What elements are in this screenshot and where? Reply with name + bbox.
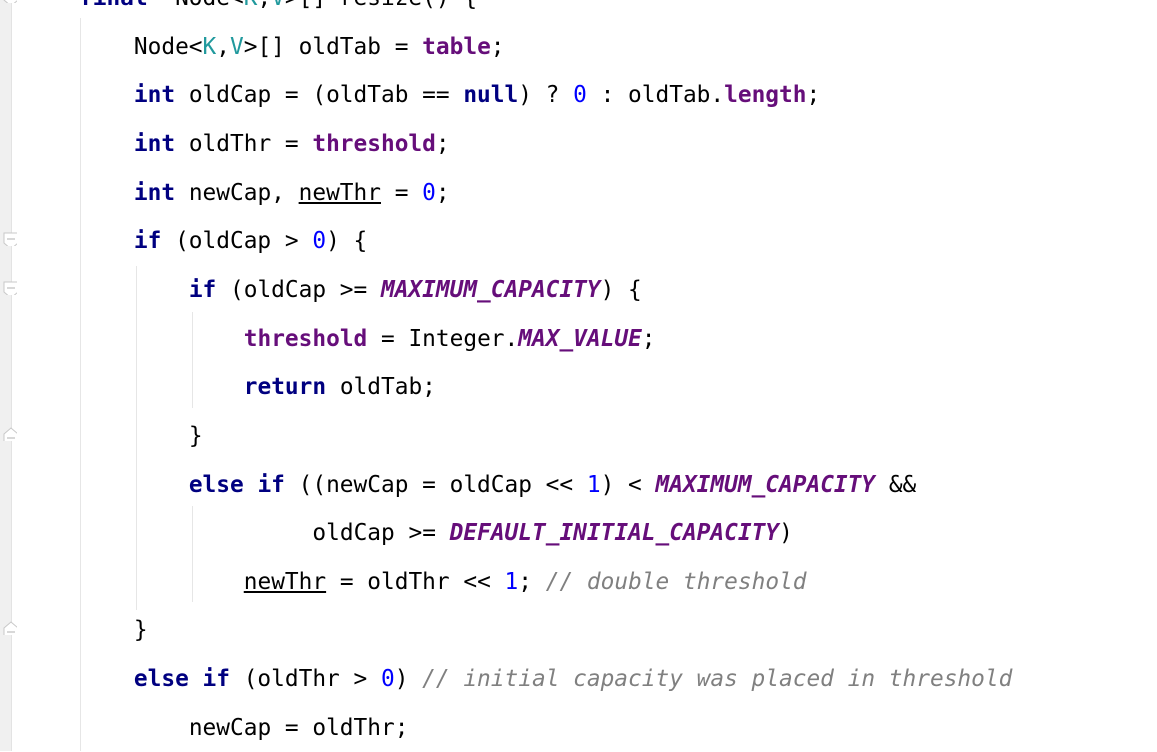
- code-token: newThr: [243, 568, 327, 595]
- code-token: final: [79, 0, 148, 11]
- code-token: ,: [257, 0, 271, 11]
- code-line[interactable]: final Node<K,V>[] resize() {: [79, 0, 477, 22]
- code-line[interactable]: if (oldCap >= MAXIMUM_CAPACITY) {: [189, 266, 642, 314]
- code-token: newCap,: [175, 179, 299, 206]
- code-token: : oldTab.: [586, 82, 725, 109]
- code-line[interactable]: Node<K,V>[] oldTab = table;: [134, 23, 505, 71]
- code-token: ;: [435, 130, 450, 157]
- code-token: =: [380, 179, 423, 206]
- code-token: threshold: [312, 130, 436, 157]
- code-token: V: [271, 0, 285, 11]
- fold-start-icon[interactable]: [3, 232, 17, 247]
- code-token: threshold: [243, 325, 368, 352]
- code-token: null: [463, 82, 519, 109]
- code-token: (oldThr >: [229, 666, 381, 693]
- code-token: DEFAULT_INITIAL_CAPACITY: [449, 520, 780, 547]
- indent-guide: [136, 266, 137, 610]
- code-token: int: [133, 179, 176, 206]
- code-token: = oldThr <<: [326, 568, 505, 595]
- code-token: table: [422, 33, 491, 60]
- code-token: newThr: [298, 179, 381, 206]
- code-token: 0: [380, 666, 395, 693]
- code-token: ;: [518, 568, 546, 595]
- code-token: (oldCap >=: [216, 276, 381, 303]
- code-token: int: [133, 130, 176, 157]
- code-token: Node<: [148, 0, 244, 11]
- code-token: 0: [422, 179, 436, 206]
- fold-start-icon[interactable]: [3, 281, 17, 295]
- code-token: ) {: [326, 228, 368, 255]
- code-token: oldTab;: [326, 374, 436, 401]
- code-token: ): [779, 520, 793, 547]
- indent-guide: [80, 18, 81, 751]
- code-token: return: [243, 374, 327, 401]
- code-line[interactable]: int oldThr = threshold;: [134, 120, 450, 168]
- code-token: 0: [312, 228, 327, 255]
- code-token: K: [244, 0, 258, 11]
- code-token: }: [133, 617, 148, 644]
- code-token: ;: [806, 82, 821, 109]
- editor-gutter: [0, 0, 12, 751]
- fold-start-icon[interactable]: [3, 0, 17, 3]
- code-line[interactable]: threshold = Integer.MAX_VALUE;: [244, 315, 656, 363]
- code-token: ;: [641, 325, 656, 352]
- code-token: >[] oldTab =: [243, 33, 423, 60]
- code-token: ) {: [600, 276, 642, 303]
- code-line[interactable]: oldCap >= DEFAULT_INITIAL_CAPACITY): [312, 509, 792, 557]
- code-token: if: [133, 228, 162, 255]
- code-token: MAX_VALUE: [518, 325, 642, 352]
- code-line[interactable]: }: [134, 606, 148, 654]
- code-token: 1: [586, 471, 601, 498]
- code-line[interactable]: int newCap, newThr = 0;: [134, 169, 450, 217]
- code-token: int: [133, 82, 176, 109]
- code-token: }: [188, 422, 203, 449]
- code-token: 0: [573, 82, 587, 109]
- code-line[interactable]: newThr = oldThr << 1; // double threshol…: [244, 558, 807, 606]
- code-line[interactable]: }: [189, 412, 203, 460]
- fold-end-icon[interactable]: [3, 427, 17, 441]
- code-token: ;: [435, 179, 450, 206]
- code-token: 1: [504, 568, 519, 595]
- code-token: oldCap = (oldTab ==: [175, 82, 464, 109]
- code-token: V: [230, 33, 244, 60]
- code-token: = Integer.: [367, 325, 519, 352]
- code-token: if: [188, 276, 217, 303]
- code-token: // double threshold: [545, 568, 807, 595]
- code-token: ,: [216, 33, 230, 60]
- code-token: else if: [133, 666, 230, 693]
- code-token: ;: [490, 33, 505, 60]
- code-token: (oldCap >: [161, 228, 313, 255]
- code-token: Node<: [133, 33, 203, 60]
- code-token: MAXIMUM_CAPACITY: [380, 276, 601, 303]
- fold-end-icon[interactable]: [3, 621, 17, 636]
- code-token: ) ?: [518, 82, 574, 109]
- code-token: newCap = oldThr;: [188, 714, 409, 741]
- indent-guide: [192, 506, 193, 602]
- indent-guide: [192, 312, 193, 408]
- code-token: &&: [875, 471, 917, 498]
- code-line[interactable]: else if (oldThr > 0) // initial capacity…: [134, 655, 1012, 703]
- code-line[interactable]: else if ((newCap = oldCap << 1) < MAXIMU…: [189, 461, 916, 509]
- code-token: ((newCap = oldCap <<: [284, 471, 587, 498]
- code-line[interactable]: newCap = oldThr;: [189, 704, 409, 752]
- code-line[interactable]: if (oldCap > 0) {: [134, 217, 367, 265]
- code-token: ): [394, 666, 423, 693]
- code-line[interactable]: int oldCap = (oldTab == null) ? 0 : oldT…: [134, 71, 820, 119]
- code-token: >[] resize() {: [285, 0, 477, 11]
- code-token: oldCap >=: [312, 520, 450, 547]
- code-line[interactable]: return oldTab;: [244, 363, 436, 411]
- code-token: MAXIMUM_CAPACITY: [655, 471, 876, 498]
- code-token: // initial capacity was placed in thresh…: [422, 666, 1013, 693]
- code-token: length: [724, 82, 807, 109]
- code-token: oldThr =: [175, 130, 313, 157]
- code-token: ) <: [600, 471, 656, 498]
- code-token: else if: [188, 471, 285, 498]
- code-token: K: [202, 33, 217, 60]
